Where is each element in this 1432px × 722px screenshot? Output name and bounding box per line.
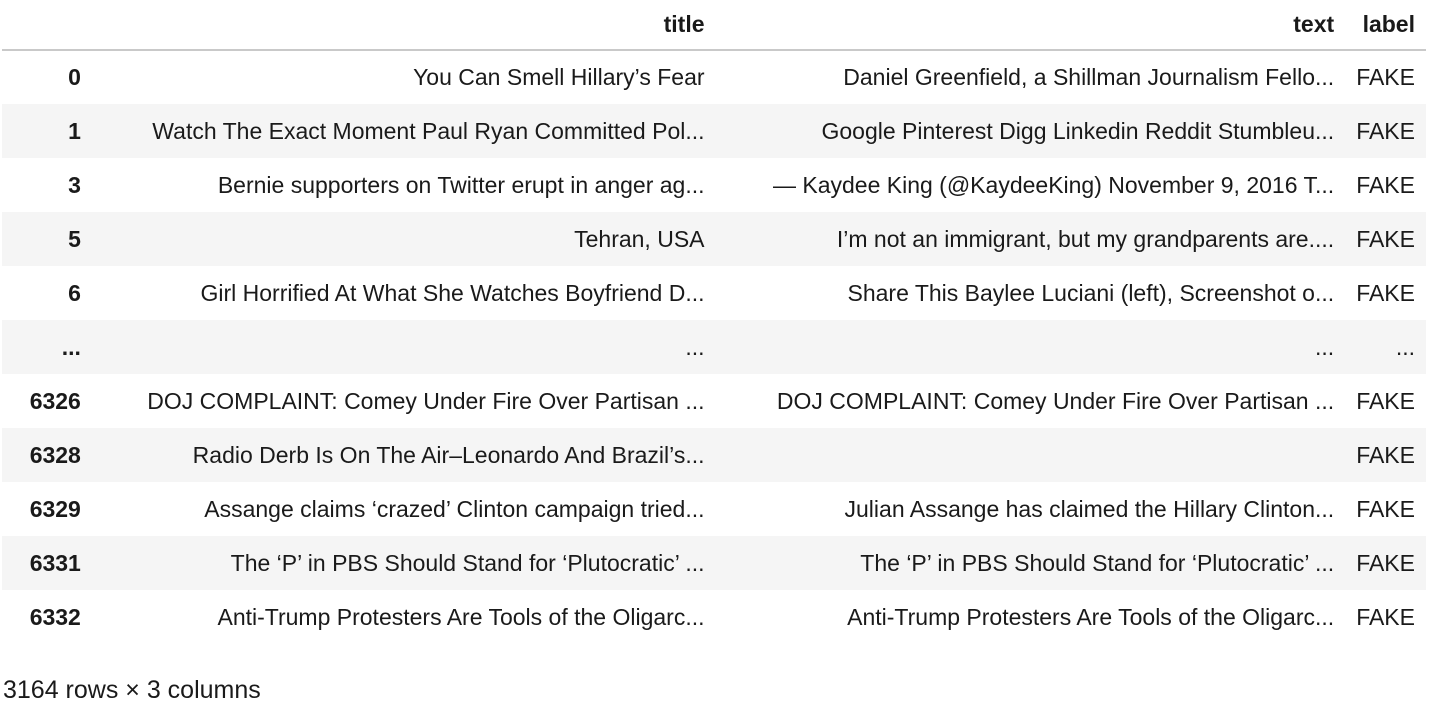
cell-text: DOJ COMPLAINT: Comey Under Fire Over Par… xyxy=(776,387,1335,414)
cell-title: DOJ COMPLAINT: Comey Under Fire Over Par… xyxy=(147,387,705,414)
cell-label: ... xyxy=(1395,333,1415,360)
row-index: 6332 xyxy=(29,603,81,630)
cell-text xyxy=(716,428,1346,482)
row-index: 6329 xyxy=(29,495,81,522)
cell-title: ... xyxy=(685,333,705,360)
dataframe-table: title text label 0 You Can Smell Hillary… xyxy=(2,0,1426,644)
cell-label: FAKE xyxy=(1356,117,1415,144)
cell-title: Anti-Trump Protesters Are Tools of the O… xyxy=(217,603,705,630)
cell-title: You Can Smell Hillary’s Fear xyxy=(413,64,705,90)
cell-text: Google Pinterest Digg Linkedin Reddit St… xyxy=(821,117,1335,144)
row-index: ... xyxy=(61,333,81,360)
row-index: 6331 xyxy=(29,549,81,576)
cell-label: FAKE xyxy=(1356,279,1415,306)
cell-text: Daniel Greenfield, a Shillman Journalism… xyxy=(843,64,1335,90)
header-row: title text label xyxy=(2,0,1426,51)
table-body: 0 You Can Smell Hillary’s Fear Daniel Gr… xyxy=(2,50,1426,644)
table-row: 5 Tehran, USA I’m not an immigrant, but … xyxy=(2,212,1426,266)
cell-label: FAKE xyxy=(1356,171,1415,198)
row-index: 3 xyxy=(68,171,81,198)
row-index: 5 xyxy=(68,225,81,252)
cell-label: FAKE xyxy=(1356,603,1415,630)
cell-text: ... xyxy=(1314,333,1335,360)
table-row: 0 You Can Smell Hillary’s Fear Daniel Gr… xyxy=(2,50,1426,104)
cell-text: I’m not an immigrant, but my grandparent… xyxy=(836,225,1335,252)
table-header: title text label xyxy=(2,0,1426,51)
table-row: 6326 DOJ COMPLAINT: Comey Under Fire Ove… xyxy=(2,374,1426,428)
table-row: 6 Girl Horrified At What She Watches Boy… xyxy=(2,266,1426,320)
table-row: 6329 Assange claims ‘crazed’ Clinton cam… xyxy=(2,482,1426,536)
cell-label: FAKE xyxy=(1356,64,1415,90)
cell-label: FAKE xyxy=(1356,387,1415,414)
column-header-label: label xyxy=(1345,0,1426,51)
table-row-ellipsis: ... ... ... ... xyxy=(2,320,1426,374)
column-header-title: title xyxy=(91,0,716,51)
column-header-text: text xyxy=(715,0,1346,51)
row-index: 1 xyxy=(68,117,81,144)
cell-title: Assange claims ‘crazed’ Clinton campaign… xyxy=(204,495,705,522)
row-index: 6 xyxy=(68,279,81,306)
row-index: 0 xyxy=(68,64,81,90)
cell-label: FAKE xyxy=(1356,549,1415,576)
cell-text: Share This Baylee Luciani (left), Screen… xyxy=(847,279,1335,306)
cell-label: FAKE xyxy=(1356,225,1415,252)
cell-text: The ‘P’ in PBS Should Stand for ‘Plutocr… xyxy=(860,549,1335,576)
dataframe-output: title text label 0 You Can Smell Hillary… xyxy=(0,0,1432,722)
row-index: 6328 xyxy=(29,441,81,468)
cell-title: Bernie supporters on Twitter erupt in an… xyxy=(217,171,705,198)
table-row: 6328 Radio Derb Is On The Air–Leonardo A… xyxy=(2,428,1426,482)
table-row: 1 Watch The Exact Moment Paul Ryan Commi… xyxy=(2,104,1426,158)
cell-text: Anti-Trump Protesters Are Tools of the O… xyxy=(847,603,1335,630)
cell-title: Tehran, USA xyxy=(574,225,705,252)
cell-label: FAKE xyxy=(1356,495,1415,522)
table-row: 3 Bernie supporters on Twitter erupt in … xyxy=(2,158,1426,212)
row-index: 6326 xyxy=(29,387,81,414)
dataframe-shape-summary: 3164 rows × 3 columns xyxy=(3,676,261,704)
cell-title: Watch The Exact Moment Paul Ryan Committ… xyxy=(152,117,705,144)
table-row: 6331 The ‘P’ in PBS Should Stand for ‘Pl… xyxy=(2,536,1426,590)
table-row: 6332 Anti-Trump Protesters Are Tools of … xyxy=(2,590,1426,644)
column-header-index xyxy=(2,0,92,51)
cell-title: Girl Horrified At What She Watches Boyfr… xyxy=(200,279,705,306)
cell-text: Julian Assange has claimed the Hillary C… xyxy=(844,495,1335,522)
cell-label: FAKE xyxy=(1356,441,1415,468)
cell-title: Radio Derb Is On The Air–Leonardo And Br… xyxy=(192,441,705,468)
cell-text: — Kaydee King (@KaydeeKing) November 9, … xyxy=(772,171,1335,198)
cell-title: The ‘P’ in PBS Should Stand for ‘Plutocr… xyxy=(230,549,705,576)
